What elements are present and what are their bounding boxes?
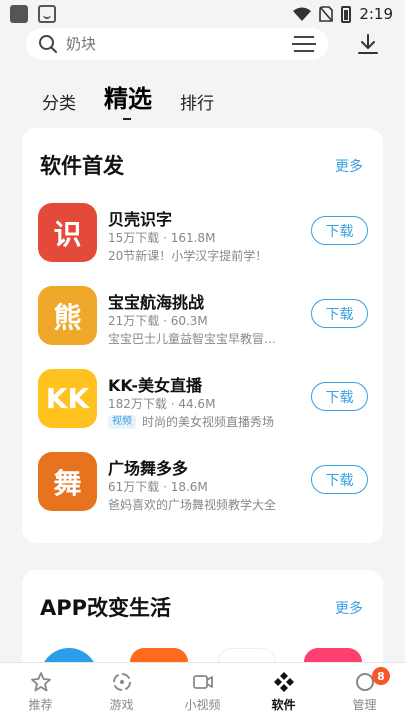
more-link[interactable]: 更多 <box>335 598 363 618</box>
wifi-icon <box>293 7 312 21</box>
section-title: 软件首发 <box>40 154 124 178</box>
app-meta: 61万下载 · 18.6M <box>108 480 208 494</box>
app-meta: 182万下载 · 44.6M <box>108 397 216 411</box>
tab-featured[interactable]: 精选 <box>104 79 152 120</box>
download-button[interactable]: 下载 <box>311 382 368 411</box>
update-count-badge: 8 <box>372 667 390 685</box>
download-button[interactable]: 下载 <box>311 465 368 494</box>
app-desc: 20节新课！小学汉字提前学！ <box>108 249 268 263</box>
nav-label: 推荐 <box>28 697 53 712</box>
tab-category[interactable]: 分类 <box>42 89 76 114</box>
app-meta: 15万下载 · 161.8M <box>108 231 216 245</box>
no-sim-icon <box>319 6 334 22</box>
video-tag: 视频 <box>108 414 136 429</box>
top-tabs: 分类 精选 排行 <box>42 78 214 120</box>
download-button[interactable]: 下载 <box>311 216 368 245</box>
nav-label: 游戏 <box>109 697 134 712</box>
app-name: 宝宝航海挑战 <box>108 293 205 312</box>
app-icon-kk: KK <box>38 369 97 428</box>
nav-short-video[interactable]: 小视频 <box>162 663 243 720</box>
nav-recommend[interactable]: 推荐 <box>0 663 81 720</box>
scan-icon[interactable] <box>292 36 316 52</box>
app-item-guangchangwu[interactable]: 舞 广场舞多多 61万下载 · 18.6M 爸妈喜欢的广场舞视频教学大全 下载 <box>38 452 368 516</box>
app-item-beike[interactable]: 识 贝壳识字 15万下载 · 161.8M 20节新课！小学汉字提前学！ 下载 <box>38 203 368 267</box>
status-time: 2:19 <box>359 5 393 23</box>
game-icon <box>112 672 131 691</box>
app-item-kk[interactable]: KK KK-美女直播 182万下载 · 44.6M 视频 时尚的美女视频直播秀场… <box>38 369 368 433</box>
app-item-baobao[interactable]: 熊 宝宝航海挑战 21万下载 · 60.3M 宝宝巴士儿童益智宝宝早教冒… 下载 <box>38 286 368 350</box>
status-right: 2:19 <box>293 5 393 23</box>
video-icon <box>192 674 213 689</box>
app-icon-baobao: 熊 <box>38 286 97 345</box>
app-name: 广场舞多多 <box>108 459 189 478</box>
status-left <box>10 5 56 23</box>
app-notification-icon <box>10 5 28 23</box>
bottom-nav: 推荐 游戏 小视频 软件 8 管理 <box>0 662 405 720</box>
search-icon <box>39 35 57 53</box>
status-bar: 2:19 <box>0 0 405 28</box>
download-manager-icon[interactable] <box>357 33 379 55</box>
app-desc: 时尚的美女视频直播秀场 <box>142 415 275 429</box>
battery-icon <box>341 5 352 23</box>
download-button[interactable]: 下载 <box>311 299 368 328</box>
more-link[interactable]: 更多 <box>335 156 363 176</box>
search-bar[interactable] <box>26 28 328 60</box>
software-icon <box>273 671 294 692</box>
tab-ranking[interactable]: 排行 <box>180 89 214 114</box>
app-desc-row: 视频 时尚的美女视频直播秀场 <box>108 413 274 430</box>
search-input[interactable] <box>66 35 266 53</box>
nav-label: 小视频 <box>184 697 221 712</box>
star-icon <box>30 671 51 691</box>
app-name: KK-美女直播 <box>108 376 203 395</box>
store-notification-icon <box>38 5 56 23</box>
nav-label: 软件 <box>271 697 296 712</box>
app-desc: 宝宝巴士儿童益智宝宝早教冒… <box>108 332 277 346</box>
nav-manage[interactable]: 8 管理 <box>324 663 405 720</box>
app-icon-guangchangwu: 舞 <box>38 452 97 511</box>
app-name: 贝壳识字 <box>108 210 173 229</box>
nav-label: 管理 <box>352 697 377 712</box>
app-desc: 爸妈喜欢的广场舞视频教学大全 <box>108 498 277 512</box>
nav-software[interactable]: 软件 <box>243 663 324 720</box>
nav-games[interactable]: 游戏 <box>81 663 162 720</box>
section-title: APP改变生活 <box>40 596 172 620</box>
software-debut-card: 软件首发 更多 识 贝壳识字 15万下载 · 161.8M 20节新课！小学汉字… <box>22 128 383 543</box>
app-icon-beike: 识 <box>38 203 97 262</box>
app-meta: 21万下载 · 60.3M <box>108 314 208 328</box>
